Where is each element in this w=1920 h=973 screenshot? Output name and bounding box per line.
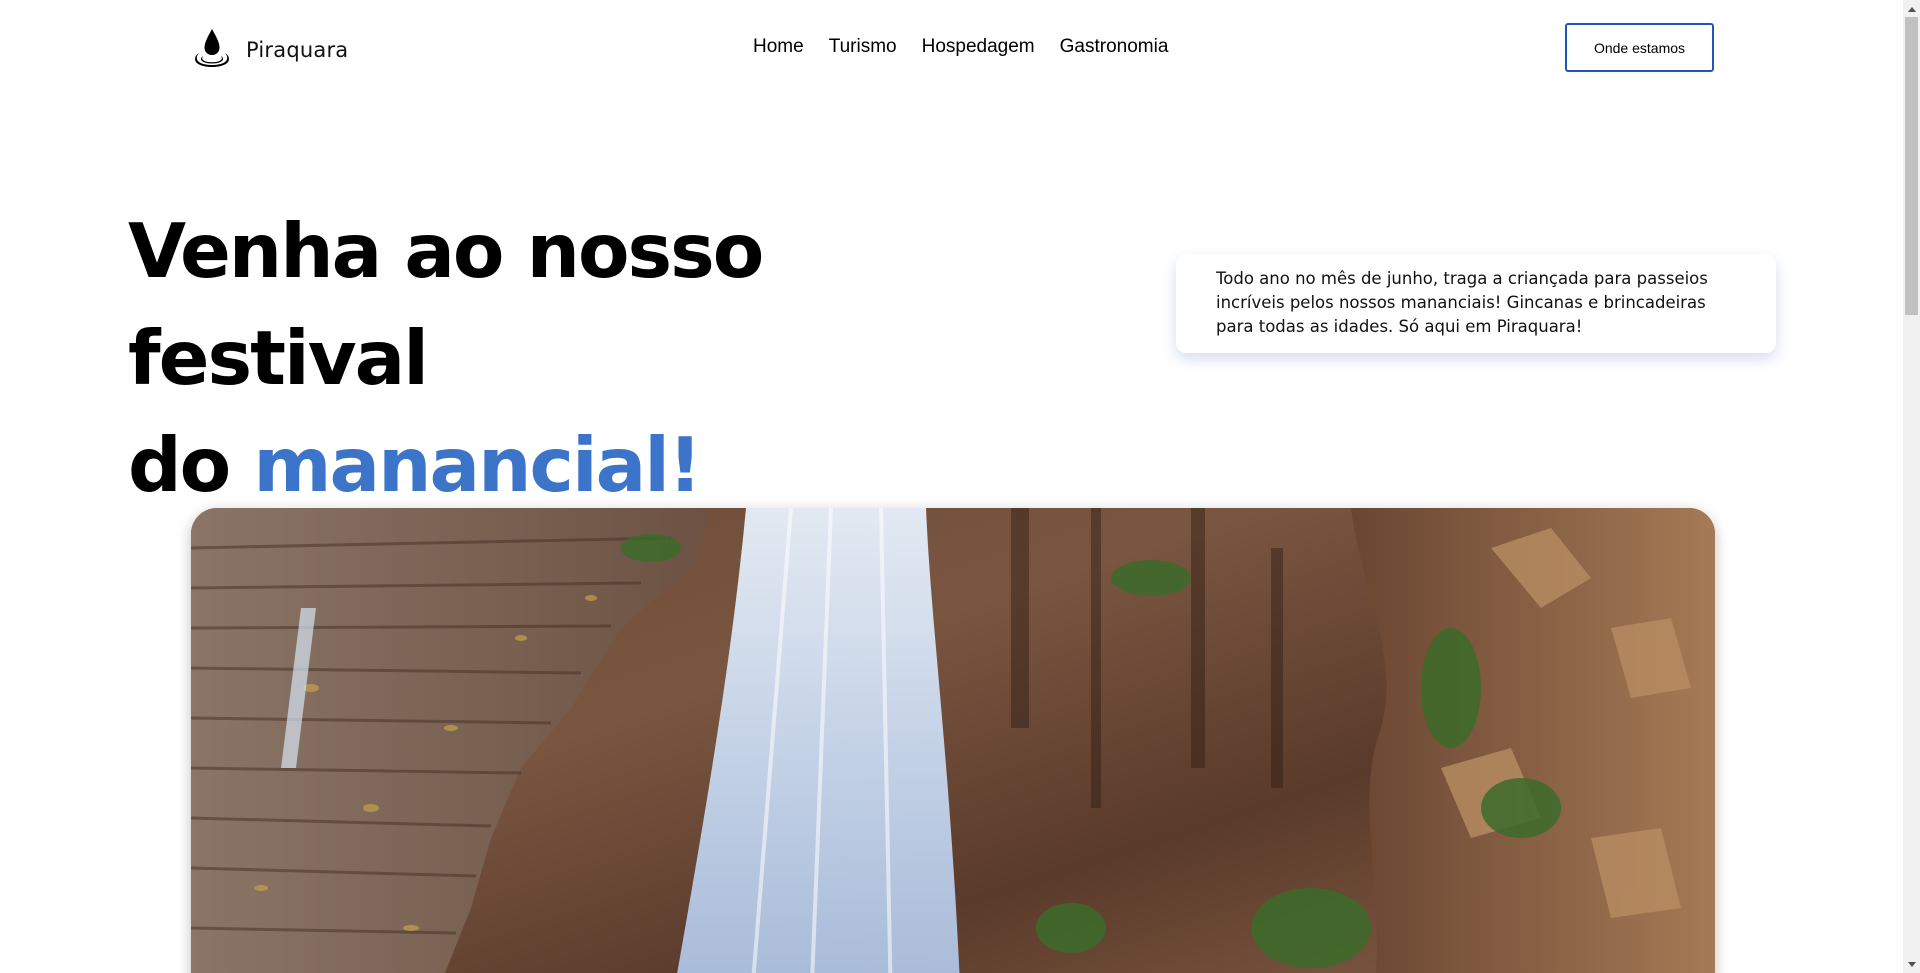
scroll-thumb[interactable] xyxy=(1905,17,1918,315)
hero-title-accent: manancial! xyxy=(253,421,702,509)
hero-title-prefix: do xyxy=(128,421,231,509)
nav-link-hospedagem[interactable]: Hospedagem xyxy=(922,36,1035,58)
page: Piraquara Home Turismo Hospedagem Gastro… xyxy=(0,0,1920,973)
waterfall-image xyxy=(191,508,1715,973)
hero-title-line1: Venha ao nosso festival xyxy=(128,207,764,402)
brand-name: Piraquara xyxy=(246,38,349,62)
scroll-down-arrow-icon[interactable] xyxy=(1903,956,1920,973)
site-header: Piraquara Home Turismo Hospedagem Gastro… xyxy=(0,0,1900,96)
scroll-up-arrow-icon[interactable] xyxy=(1903,0,1920,17)
water-drop-icon xyxy=(195,29,229,67)
hero-title: Venha ao nosso festival do manancial! xyxy=(128,198,1028,519)
page-scrollbar[interactable] xyxy=(1903,0,1920,973)
onde-estamos-button[interactable]: Onde estamos xyxy=(1565,23,1714,72)
nav-link-turismo[interactable]: Turismo xyxy=(829,36,897,58)
main-nav: Home Turismo Hospedagem Gastronomia xyxy=(753,36,1168,58)
festival-info-card: Todo ano no mês de junho, traga a crianç… xyxy=(1176,254,1776,353)
nav-link-home[interactable]: Home xyxy=(753,36,804,58)
nav-link-gastronomia[interactable]: Gastronomia xyxy=(1060,36,1169,58)
festival-description: Todo ano no mês de junho, traga a crianç… xyxy=(1216,269,1708,336)
brand-logo-link[interactable]: Piraquara xyxy=(190,26,348,70)
waterfall-photo xyxy=(191,508,1715,973)
